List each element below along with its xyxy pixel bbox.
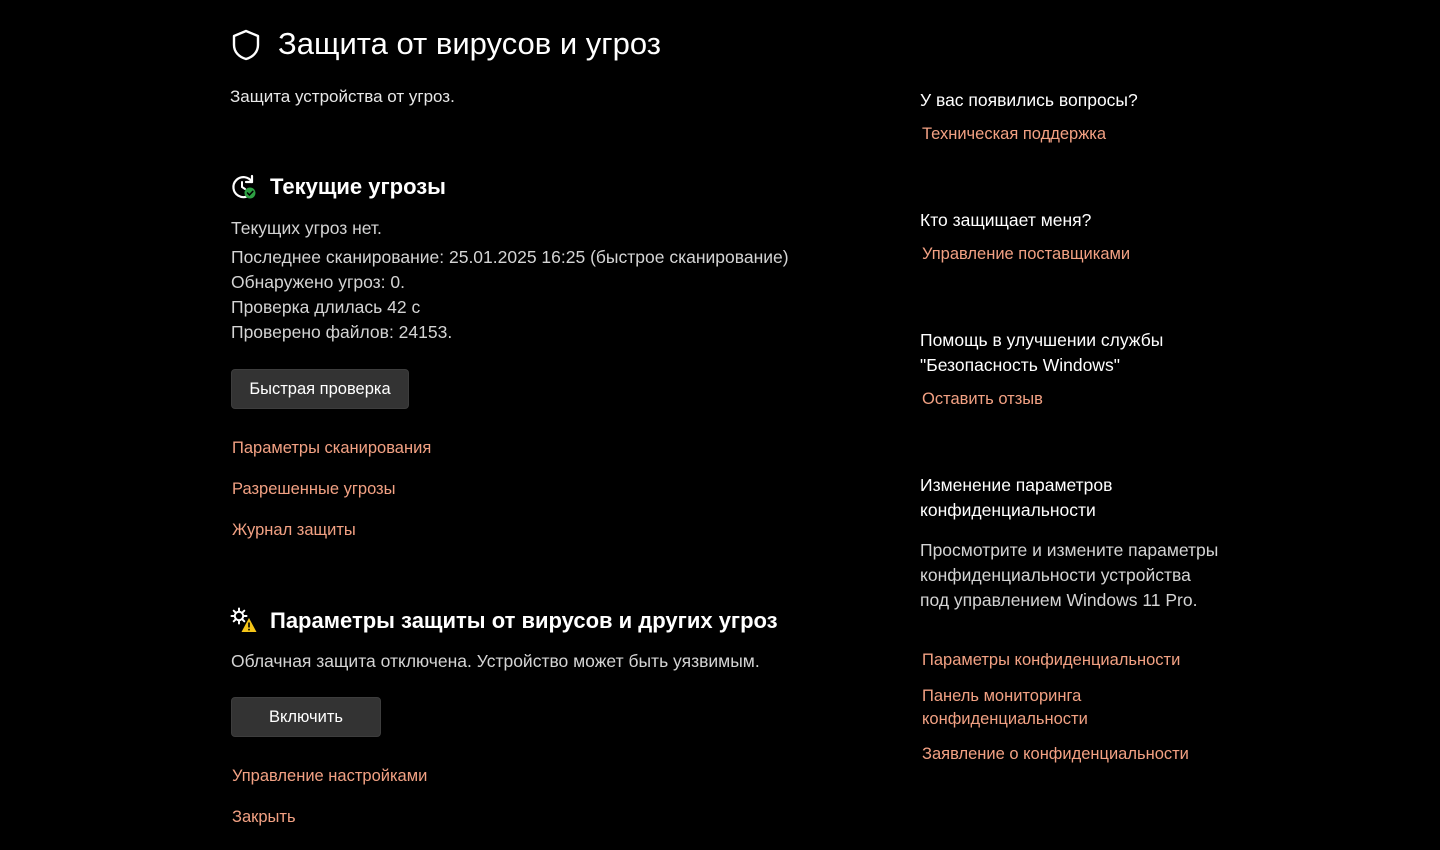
give-feedback-link[interactable]: Оставить отзыв: [922, 388, 1222, 411]
page-title: Защита от вирусов и угроз: [278, 26, 661, 61]
quick-scan-button[interactable]: Быстрая проверка: [231, 369, 409, 409]
refresh-check-icon: [232, 174, 256, 199]
protection-settings-title: Параметры защиты от вирусов и других угр…: [270, 608, 778, 633]
dismiss-link[interactable]: Закрыть: [232, 808, 296, 827]
privacy-dashboard-link[interactable]: Панель мониторинга конфиденциальности: [922, 685, 1122, 731]
scan-options-link[interactable]: Параметры сканирования: [232, 439, 431, 458]
cloud-protection-status: Облачная защита отключена. Устройство мо…: [231, 651, 760, 671]
threat-status-line: Текущих угроз нет.: [231, 218, 382, 238]
page-subtitle: Защита устройства от угроз.: [230, 87, 455, 106]
files-scanned-line: Проверено файлов: 24153.: [231, 322, 453, 342]
who-protects-heading: Кто защищает меня?: [920, 210, 1092, 230]
privacy-description: Просмотрите и измените параметры конфиде…: [920, 540, 1219, 610]
privacy-settings-link[interactable]: Параметры конфиденциальности: [922, 649, 1222, 672]
privacy-statement-link[interactable]: Заявление о конфиденциальности: [922, 743, 1222, 766]
questions-heading: У вас появились вопросы?: [920, 90, 1138, 110]
settings-warning-icon: [230, 607, 257, 632]
threats-found-line: Обнаружено угроз: 0.: [231, 272, 405, 292]
enable-button[interactable]: Включить: [231, 697, 381, 737]
feedback-heading: Помощь в улучшении службы "Безопасность …: [920, 330, 1164, 375]
manage-providers-link[interactable]: Управление поставщиками: [922, 243, 1222, 266]
shield-icon: [232, 29, 260, 61]
get-help-link[interactable]: Техническая поддержка: [922, 123, 1222, 146]
allowed-threats-link[interactable]: Разрешенные угрозы: [232, 480, 396, 499]
virus-threat-protection-page: Защита от вирусов и угроз Защита устройс…: [0, 0, 1440, 850]
current-threats-title: Текущие угрозы: [270, 174, 446, 199]
last-scan-line: Последнее сканирование: 25.01.2025 16:25…: [231, 247, 789, 267]
protection-history-link[interactable]: Журнал защиты: [232, 521, 356, 540]
privacy-heading: Изменение параметров конфиденциальности: [920, 475, 1113, 520]
manage-settings-link[interactable]: Управление настройками: [232, 767, 427, 786]
scan-duration-line: Проверка длилась 42 с: [231, 297, 421, 317]
